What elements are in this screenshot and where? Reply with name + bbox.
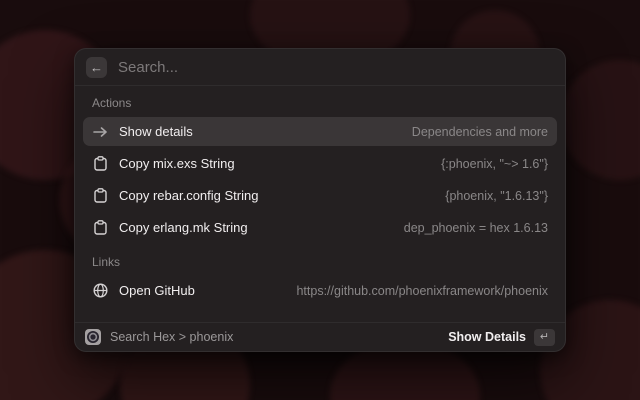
background-bokeh — [560, 60, 640, 180]
clipboard-icon — [92, 220, 108, 236]
back-button[interactable]: ← — [86, 57, 107, 78]
hex-app-icon — [85, 329, 101, 345]
search-input[interactable] — [118, 59, 554, 76]
clipboard-icon — [92, 188, 108, 204]
list-item-copy-rebar-config[interactable]: Copy rebar.config String {phoenix, "1.6.… — [83, 181, 557, 210]
enter-keycap: ↵ — [534, 329, 555, 346]
list-item-show-details[interactable]: Show details Dependencies and more — [83, 117, 557, 146]
list-item-copy-erlang-mk[interactable]: Copy erlang.mk String dep_phoenix = hex … — [83, 213, 557, 242]
section-title-actions: Actions — [83, 88, 557, 117]
show-details-label: Show Details — [448, 330, 526, 344]
list-item-label: Show details — [119, 124, 193, 139]
list-item-value: {:phoenix, "~> 1.6"} — [441, 157, 548, 171]
list-item-value: {phoenix, "1.6.13"} — [445, 189, 548, 203]
breadcrumb: Search Hex > phoenix — [110, 330, 233, 344]
arrow-left-icon: ← — [90, 61, 103, 74]
list-item-value: dep_phoenix = hex 1.6.13 — [404, 221, 548, 235]
list-item-label: Copy rebar.config String — [119, 188, 258, 203]
arrow-right-icon — [92, 124, 108, 140]
list-item-value: Dependencies and more — [412, 125, 548, 139]
section-title-links: Links — [83, 245, 557, 276]
status-bar: Search Hex > phoenix Show Details ↵ — [75, 322, 565, 351]
results-list: Actions Show details Dependencies and mo… — [75, 86, 565, 322]
command-palette: ← Actions Show details Dependencies and … — [74, 48, 566, 352]
show-details-action[interactable]: Show Details ↵ — [448, 329, 555, 346]
globe-icon — [92, 283, 108, 299]
list-item-label: Copy erlang.mk String — [119, 220, 248, 235]
list-item-open-github[interactable]: Open GitHub https://github.com/phoenixfr… — [83, 276, 557, 305]
search-bar: ← — [75, 49, 565, 86]
list-item-value: https://github.com/phoenixframework/phoe… — [296, 284, 548, 298]
list-item-label: Open GitHub — [119, 283, 195, 298]
list-item-label: Copy mix.exs String — [119, 156, 235, 171]
clipboard-icon — [92, 156, 108, 172]
list-item-copy-mix-exs[interactable]: Copy mix.exs String {:phoenix, "~> 1.6"} — [83, 149, 557, 178]
